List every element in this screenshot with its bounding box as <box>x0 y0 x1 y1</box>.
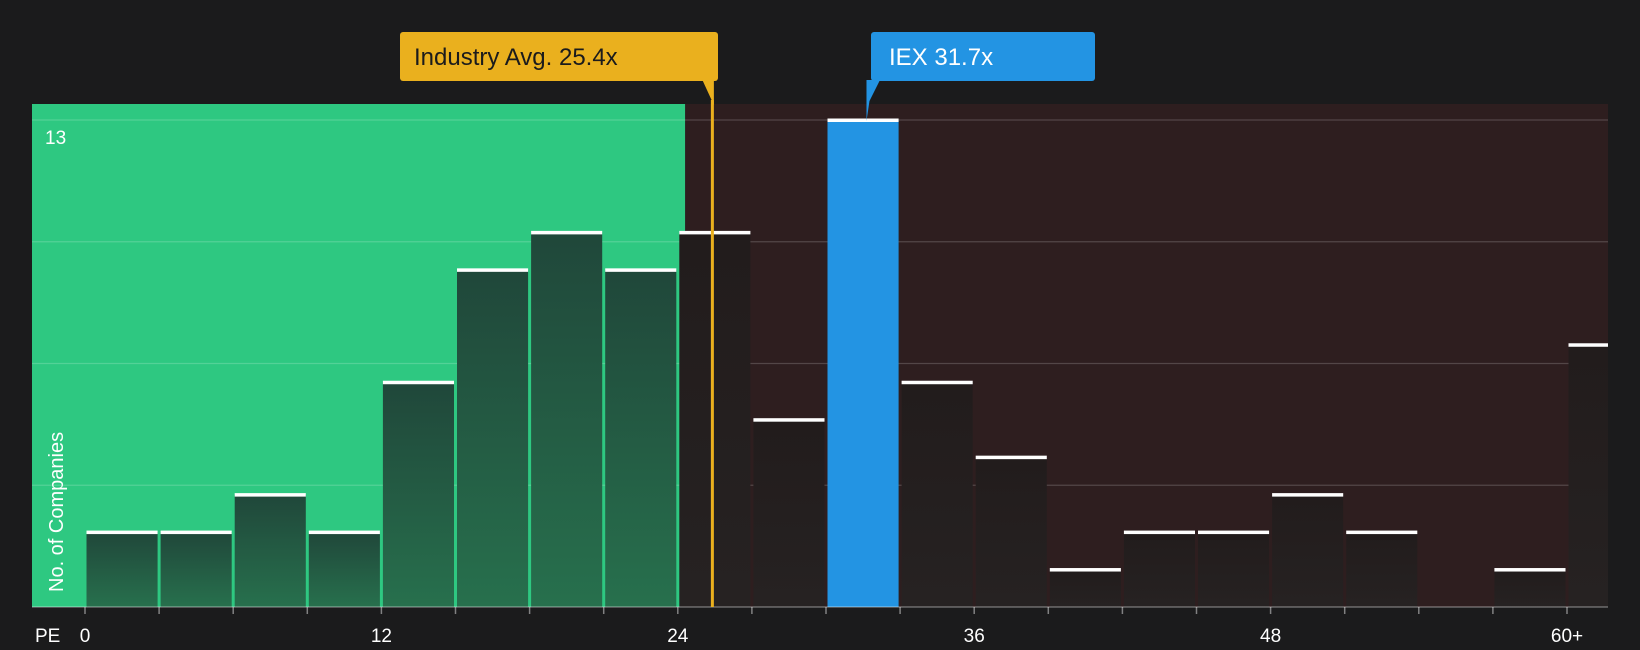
histogram-bar <box>1198 532 1270 607</box>
y-axis-label: No. of Companies <box>46 432 68 592</box>
x-tick-label: 36 <box>964 626 985 647</box>
histogram-bar-cap <box>308 530 380 535</box>
histogram-bar <box>1346 532 1418 607</box>
histogram-bar <box>827 120 899 607</box>
y-max-label: 13 <box>45 128 66 149</box>
histogram-bar <box>901 382 973 607</box>
histogram-bar <box>160 532 232 607</box>
histogram-bar-cap <box>1272 493 1344 497</box>
histogram-bar <box>1123 532 1195 607</box>
histogram-bar <box>605 269 677 607</box>
x-tick-label: 60+ <box>1551 626 1583 647</box>
histogram-bar-cap <box>1198 530 1270 535</box>
histogram-bar <box>975 457 1047 607</box>
histogram-bar <box>457 269 529 607</box>
histogram-bar-cap <box>605 268 677 272</box>
histogram-bar-cap <box>1123 530 1195 535</box>
histogram-bar-cap <box>1494 568 1566 572</box>
x-axis-label: PE <box>35 626 60 647</box>
x-tick-label: 0 <box>80 626 91 647</box>
histogram-bar-cap <box>160 530 232 535</box>
pe-histogram-chart: 0 12 24 36 48 60+ 13 No. of Companies PE Indu… <box>0 0 1640 650</box>
histogram-bar <box>1272 494 1344 607</box>
histogram-bar <box>1494 569 1566 607</box>
histogram-bar <box>679 232 751 607</box>
x-tick-label: 12 <box>371 626 392 647</box>
histogram-bar <box>1049 569 1121 607</box>
histogram-bar-cap <box>901 380 973 385</box>
histogram-bar <box>308 532 380 607</box>
x-tick-label: 24 <box>667 626 689 647</box>
histogram-bar <box>382 382 454 607</box>
x-tick-label: 48 <box>1260 626 1281 647</box>
histogram-bar-cap <box>1568 343 1608 347</box>
company-label: IEX 31.7x <box>889 44 993 71</box>
histogram-bar-cap <box>1346 530 1418 535</box>
histogram-bar <box>234 494 306 607</box>
histogram-bar-cap <box>531 230 603 235</box>
histogram-bar <box>1568 344 1608 607</box>
histogram-bar <box>753 419 825 607</box>
histogram-bar-cap <box>86 530 158 535</box>
industry-average-label: Industry Avg. 25.4x <box>414 44 618 71</box>
histogram-bar-cap <box>827 118 899 122</box>
histogram-bar-cap <box>234 493 306 497</box>
histogram-bar <box>86 532 158 607</box>
histogram-bar-cap <box>457 268 529 272</box>
histogram-bar-cap <box>753 418 825 422</box>
histogram-bar-cap <box>1049 568 1121 572</box>
histogram-bar-cap <box>382 380 454 385</box>
histogram-bar <box>531 232 603 607</box>
histogram-bar-cap <box>679 230 751 235</box>
histogram-bar-cap <box>975 455 1047 460</box>
